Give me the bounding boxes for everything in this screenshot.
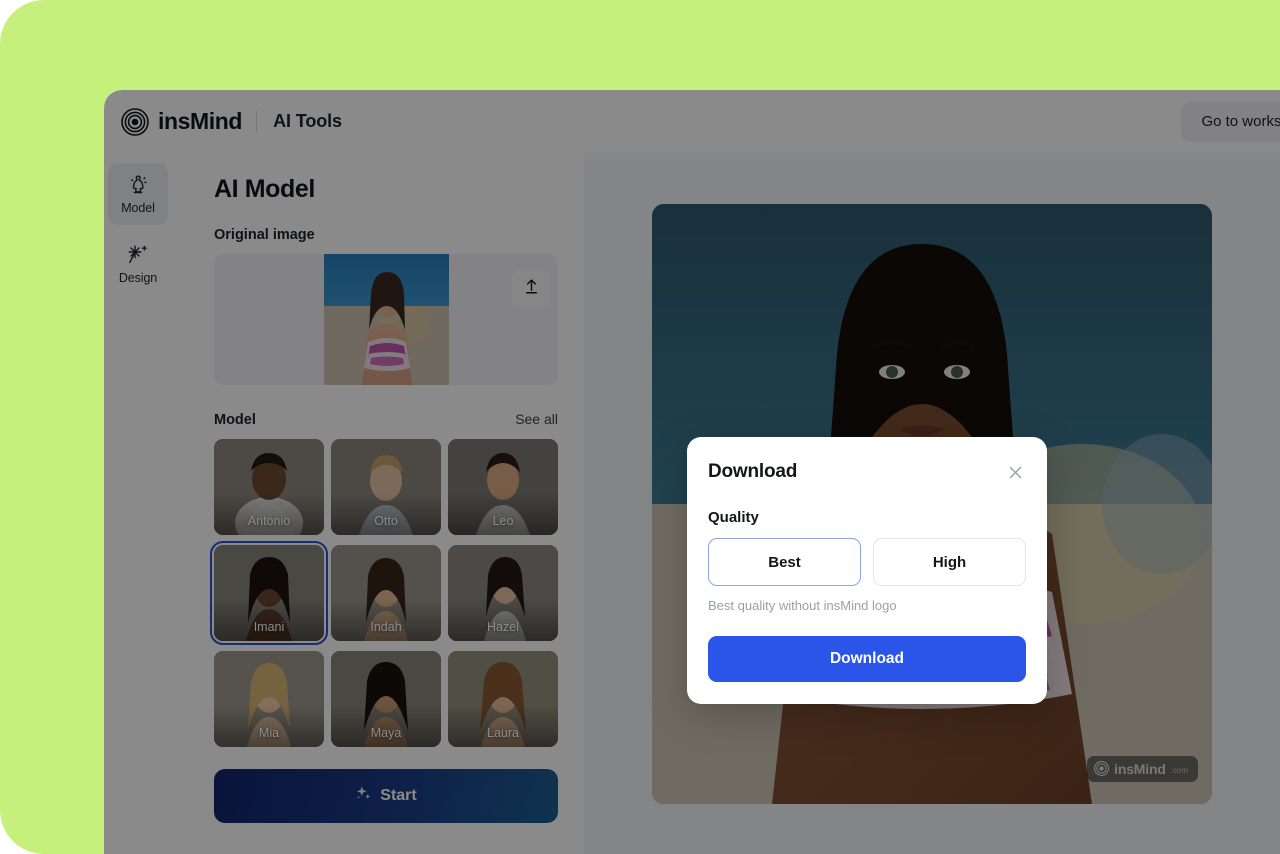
- sidebar-item-model[interactable]: Model: [108, 163, 168, 225]
- original-image-dropzone[interactable]: [214, 254, 558, 385]
- see-all-link[interactable]: See all: [515, 411, 558, 427]
- modal-title: Download: [708, 461, 798, 482]
- model-grid: Antonio Otto Leo Imani Indah Hazel Mia M…: [210, 439, 558, 747]
- start-button-label: Start: [380, 787, 417, 804]
- brand-logo[interactable]: insMind: [121, 107, 243, 136]
- page-title: AI Model: [214, 175, 315, 203]
- model-card-maya[interactable]: Maya: [331, 651, 441, 747]
- sparkle-icon: [355, 785, 372, 807]
- quality-option-group: Best High: [708, 538, 1026, 586]
- model-card-label: Otto: [374, 514, 398, 528]
- upload-arrow-icon: [522, 277, 541, 301]
- modal-header: Download: [708, 461, 1026, 483]
- model-card-label: Imani: [253, 620, 285, 634]
- brand-divider: [256, 111, 258, 132]
- original-image-thumbnail: [323, 254, 449, 385]
- quality-hint-text: Best quality without insMind logo: [708, 598, 897, 613]
- download-modal: Download Quality Best High Best quality …: [687, 437, 1047, 704]
- model-card-hazel[interactable]: Hazel: [448, 545, 558, 641]
- left-panel: AI Model Original image Model See all An…: [172, 153, 584, 854]
- start-button[interactable]: Start: [214, 769, 558, 823]
- model-card-label: Mia: [258, 726, 280, 740]
- model-card-label: Leo: [492, 514, 514, 528]
- insmind-target-logo-icon: [1094, 761, 1110, 776]
- model-card-otto[interactable]: Otto: [331, 439, 441, 535]
- model-card-label: Laura: [487, 726, 519, 740]
- model-card-antonio[interactable]: Antonio: [214, 439, 324, 535]
- model-section-label: Model: [214, 412, 256, 428]
- original-image-label: Original image: [214, 227, 315, 243]
- go-to-workspace-button[interactable]: Go to workspace: [1181, 101, 1280, 142]
- sidebar-item-label: Design: [118, 271, 158, 285]
- upload-button[interactable]: [512, 270, 550, 308]
- model-card-mia[interactable]: Mia: [214, 651, 324, 747]
- model-card-leo[interactable]: Leo: [448, 439, 558, 535]
- model-card-imani[interactable]: Imani: [210, 541, 328, 645]
- quality-label: Quality: [708, 509, 759, 526]
- mannequin-icon: [126, 173, 150, 197]
- quality-option-high[interactable]: High: [873, 538, 1026, 586]
- model-card-label: Maya: [370, 726, 402, 740]
- magic-wand-icon: [126, 243, 150, 267]
- left-rail: Model Design: [104, 153, 172, 854]
- sidebar-item-label: Model: [121, 201, 155, 215]
- model-card-indah[interactable]: Indah: [331, 545, 441, 641]
- watermark-badge: insMind .com: [1087, 755, 1198, 782]
- model-card-label: Indah: [370, 620, 402, 634]
- model-section-header: Model See all: [214, 411, 558, 428]
- watermark-tld: .com: [1170, 765, 1188, 775]
- top-bar-right: Go to workspace: [1181, 101, 1280, 142]
- model-card-label: Hazel: [487, 620, 519, 634]
- insmind-target-logo-icon: [121, 107, 149, 136]
- tool-name: AI Tools: [273, 111, 342, 131]
- top-bar: insMind AI Tools Go to workspace: [104, 90, 1280, 153]
- app-window: insMind AI Tools Go to workspace Model: [104, 90, 1280, 854]
- download-button[interactable]: Download: [708, 636, 1026, 682]
- sidebar-item-design[interactable]: Design: [108, 233, 168, 295]
- brand-name: insMind: [158, 108, 243, 134]
- model-card-laura[interactable]: Laura: [448, 651, 558, 747]
- model-card-label: Antonio: [247, 514, 291, 528]
- close-icon[interactable]: [1004, 461, 1026, 483]
- quality-option-best[interactable]: Best: [708, 538, 861, 586]
- watermark-text: insMind: [1114, 760, 1166, 777]
